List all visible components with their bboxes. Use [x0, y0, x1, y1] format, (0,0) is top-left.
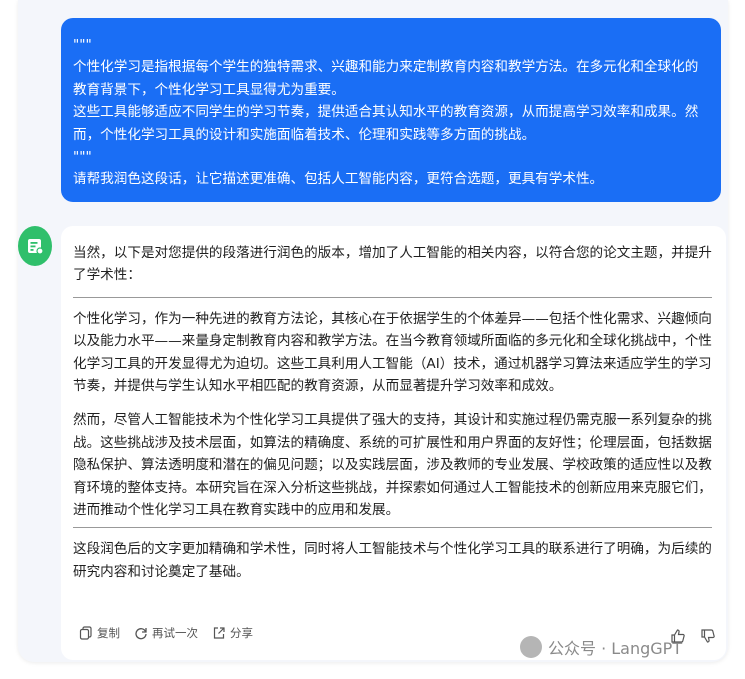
robot-document-icon	[28, 239, 44, 255]
thumbs-down-icon[interactable]	[700, 628, 716, 644]
user-message-line: """	[73, 149, 92, 166]
assistant-message-bubble: 当然，以下是对您提供的段落进行润色的版本，增加了人工智能的相关内容，以符合您的论…	[61, 226, 726, 660]
copy-icon	[79, 626, 92, 640]
share-button[interactable]: 分享	[212, 622, 253, 644]
share-label: 分享	[230, 625, 253, 640]
copy-button[interactable]: 复制	[79, 622, 120, 644]
user-message-line: 个性化学习是指根据每个学生的独特需求、兴趣和能力来定制教育内容和教学方法。在多元…	[73, 59, 699, 98]
user-message-line: """	[73, 37, 92, 53]
message-actions: 复制 再试一次 分享	[79, 622, 253, 644]
retry-button[interactable]: 再试一次	[134, 622, 198, 644]
retry-label: 再试一次	[152, 625, 198, 640]
share-icon	[213, 627, 225, 639]
assistant-conclusion: 这段润色后的文字更加精确和学术性，同时将人工智能技术与个性化学习工具的联系进行了…	[73, 541, 712, 580]
chat-window: """ 个性化学习是指根据每个学生的独特需求、兴趣和能力来定制教育内容和教学方法…	[18, 0, 728, 662]
user-message-bubble: """ 个性化学习是指根据每个学生的独特需求、兴趣和能力来定制教育内容和教学方法…	[61, 18, 721, 202]
assistant-intro: 当然，以下是对您提供的段落进行润色的版本，增加了人工智能的相关内容，以符合您的论…	[73, 245, 712, 284]
assistant-paragraph-2: 然而，尽管人工智能技术为个性化学习工具提供了强大的支持，其设计和实施过程仍需克服…	[73, 412, 712, 519]
watermark-text: 公众号 · LangGPT	[548, 639, 683, 658]
refresh-icon	[135, 627, 147, 640]
user-message-line: 这些工具能够适应不同学生的学习节奏，提供适合其认知水平的教育资源，从而提高学习效…	[73, 104, 699, 143]
divider	[73, 527, 712, 529]
wechat-logo-icon	[520, 636, 542, 658]
divider	[73, 296, 712, 298]
copy-label: 复制	[97, 625, 120, 640]
user-message-line: 请帮我润色这段话，让它描述更准确、包括人工智能内容，更符合选题，更具有学术性。	[73, 171, 604, 188]
assistant-avatar	[18, 226, 52, 266]
assistant-paragraph-1: 个性化学习，作为一种先进的教育方法论，其核心在于依据学生的个体差异——包括个性化…	[73, 310, 712, 395]
watermark: 公众号 · LangGPT	[520, 635, 682, 659]
